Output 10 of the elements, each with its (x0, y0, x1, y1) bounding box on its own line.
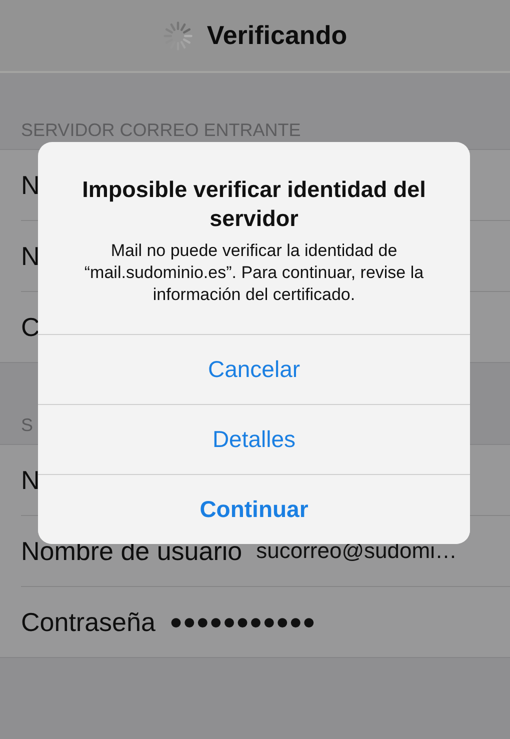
alert-message: Mail no puede verificar la identidad de “mail.sudominio.es”. Para continuar, revise la información del certificado. (83, 240, 425, 306)
row-label: N (21, 240, 40, 272)
row-label: N (21, 170, 40, 200)
row-label: C (21, 312, 40, 342)
alert-button[interactable]: Continuar (38, 474, 470, 544)
alert-title: Imposible verificar identidad del servidor (81, 176, 427, 234)
row-value: ●●●●●●●●●●● (169, 609, 316, 635)
row-label: Contraseña (21, 606, 156, 638)
row-label: N (21, 464, 40, 496)
nav-title: Verificando (206, 20, 348, 51)
